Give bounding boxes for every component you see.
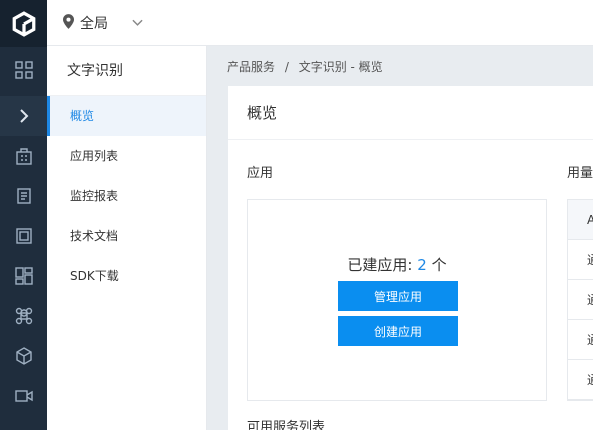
command-icon[interactable] bbox=[0, 296, 47, 336]
sidebar-item-monitoring[interactable]: 监控报表 bbox=[47, 176, 206, 216]
document-icon[interactable] bbox=[0, 176, 47, 216]
sidebar-item-overview[interactable]: 概览 bbox=[47, 96, 206, 136]
cloud-logo-icon[interactable] bbox=[0, 0, 47, 47]
table-row: 通 bbox=[568, 240, 593, 280]
sidebar-item-sdk[interactable]: SDK下载 bbox=[47, 256, 206, 296]
breadcrumb: 产品服务 / 文字识别 - 概览 bbox=[227, 58, 383, 75]
table-row: 通 bbox=[568, 360, 593, 400]
services-section-title: 可用服务列表 bbox=[247, 420, 326, 430]
breadcrumb-parent[interactable]: 产品服务 bbox=[227, 60, 275, 74]
create-app-button[interactable]: 创建应用 bbox=[338, 316, 458, 346]
sidebar-item-docs[interactable]: 技术文档 bbox=[47, 216, 206, 256]
app-count-suffix: 个 bbox=[426, 256, 447, 274]
region-label: 全局 bbox=[80, 16, 108, 32]
location-pin-icon bbox=[63, 13, 74, 33]
table-row: 通 bbox=[568, 280, 593, 320]
main-content: 产品服务 / 文字识别 - 概览 概览 应用 用量 已建应用: 2 个 管理应用… bbox=[208, 46, 593, 430]
page-title: 概览 bbox=[228, 86, 593, 140]
usage-table-header: A bbox=[568, 200, 593, 240]
overview-panel: 概览 应用 用量 已建应用: 2 个 管理应用 创建应用 A 通 通 通 通 可… bbox=[228, 86, 593, 430]
breadcrumb-current: 文字识别 - 概览 bbox=[298, 60, 383, 74]
app-count-prefix: 已建应用: bbox=[347, 256, 418, 274]
expand-chevron-icon[interactable] bbox=[0, 96, 47, 136]
app-count-value[interactable]: 2 bbox=[417, 256, 427, 274]
dashboard-grid-icon[interactable] bbox=[0, 50, 47, 90]
manage-apps-button[interactable]: 管理应用 bbox=[338, 281, 458, 311]
breadcrumb-separator: / bbox=[284, 60, 289, 74]
chevron-down-icon bbox=[132, 15, 143, 31]
top-bar: 全局 bbox=[47, 0, 593, 46]
video-icon[interactable] bbox=[0, 376, 47, 416]
apps-section-title: 应用 bbox=[247, 166, 274, 181]
sidebar-item-app-list[interactable]: 应用列表 bbox=[47, 136, 206, 176]
apps-card: 已建应用: 2 个 管理应用 创建应用 bbox=[247, 199, 547, 401]
product-sidebar: 文字识别 概览 应用列表 监控报表 技术文档 SDK下载 bbox=[47, 46, 207, 430]
usage-section-title: 用量 bbox=[567, 166, 593, 181]
table-row: 通 bbox=[568, 320, 593, 360]
app-count-text: 已建应用: 2 个 bbox=[248, 254, 546, 275]
region-selector[interactable]: 全局 bbox=[63, 0, 143, 46]
product-title: 文字识别 bbox=[47, 46, 206, 96]
cube-icon[interactable] bbox=[0, 336, 47, 376]
usage-table: A 通 通 通 通 bbox=[567, 199, 593, 401]
building-icon[interactable] bbox=[0, 136, 47, 176]
layout-blocks-icon[interactable] bbox=[0, 256, 47, 296]
global-nav-rail bbox=[0, 0, 47, 430]
frame-icon[interactable] bbox=[0, 216, 47, 256]
